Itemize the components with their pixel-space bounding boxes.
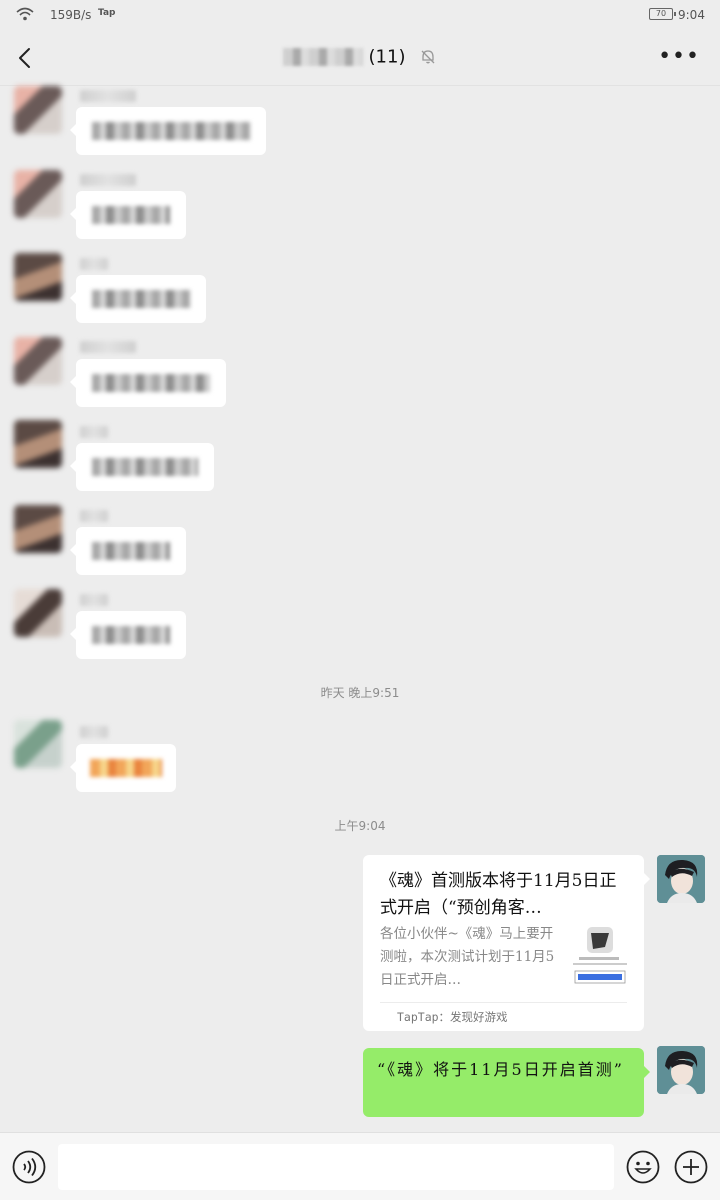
avatar[interactable] (14, 170, 62, 218)
my-avatar[interactable] (657, 855, 705, 903)
message-bubble[interactable] (70, 744, 176, 792)
sender-name (80, 594, 108, 606)
message-input[interactable] (58, 1144, 614, 1190)
avatar[interactable] (14, 337, 62, 385)
user-portrait-icon (657, 1046, 705, 1094)
avatar[interactable] (14, 505, 62, 553)
avatar[interactable] (14, 420, 62, 468)
avatar[interactable] (14, 86, 62, 134)
group-name-redacted (282, 48, 363, 66)
status-time: 9:04 (678, 8, 705, 22)
message-bubble[interactable] (70, 611, 186, 659)
card-source: TapTap：发现好游戏 (397, 1010, 508, 1024)
sender-name (80, 90, 136, 102)
card-title: 《魂》首测版本将于11月5日正式开启（“预创角客… (380, 871, 617, 918)
card-description: 各位小伙伴~《魂》马上要开测啦，本次测试计划于11月5日正式开启… (380, 926, 555, 988)
card-thumbnail (573, 927, 627, 984)
avatar[interactable] (14, 720, 62, 768)
plus-icon[interactable] (674, 1150, 708, 1184)
voice-icon[interactable] (12, 1150, 46, 1184)
message-bubble[interactable] (70, 527, 186, 575)
member-count: (11) (368, 46, 406, 68)
emoji-redacted (90, 759, 162, 777)
my-message-text: “《魂》将于11月5日开启首测” (377, 1060, 624, 1079)
message-bubble[interactable] (70, 191, 186, 239)
timestamp-today: 上午9:04 (334, 819, 386, 833)
more-icon[interactable]: ••• (658, 44, 700, 69)
my-message-bubble[interactable]: “《魂》将于11月5日开启首测” (363, 1048, 650, 1117)
sender-name (80, 174, 136, 186)
sender-name (80, 258, 108, 270)
message-bubble[interactable] (70, 107, 266, 155)
chat-header: (11) ••• (0, 30, 720, 86)
shared-link-card[interactable]: 《魂》首测版本将于11月5日正式开启（“预创角客… 各位小伙伴~《魂》马上要开测… (363, 855, 650, 1031)
notification-app-badge: Tap (98, 8, 116, 18)
network-speed: 159B/s (50, 8, 92, 22)
sender-name (80, 726, 108, 738)
sender-name (80, 426, 108, 438)
bell-off-icon (421, 50, 435, 64)
card-divider (380, 1002, 627, 1003)
sender-name (80, 341, 136, 353)
my-avatar[interactable] (657, 1046, 705, 1094)
timestamp-yesterday: 昨天 晚上9:51 (320, 686, 400, 700)
wifi-icon (16, 7, 34, 21)
emoji-icon[interactable] (626, 1150, 660, 1184)
user-portrait-icon (657, 855, 705, 903)
message-bubble[interactable] (70, 443, 214, 491)
chat-title[interactable]: (11) (0, 46, 720, 68)
message-bubble[interactable] (70, 359, 226, 407)
message-bubble[interactable] (70, 275, 206, 323)
battery-icon: 70 (649, 8, 676, 20)
status-bar: 159B/s Tap 70 9:04 (0, 0, 720, 30)
input-bar (0, 1132, 720, 1200)
sender-name (80, 510, 108, 522)
avatar[interactable] (14, 589, 62, 637)
avatar[interactable] (14, 253, 62, 301)
